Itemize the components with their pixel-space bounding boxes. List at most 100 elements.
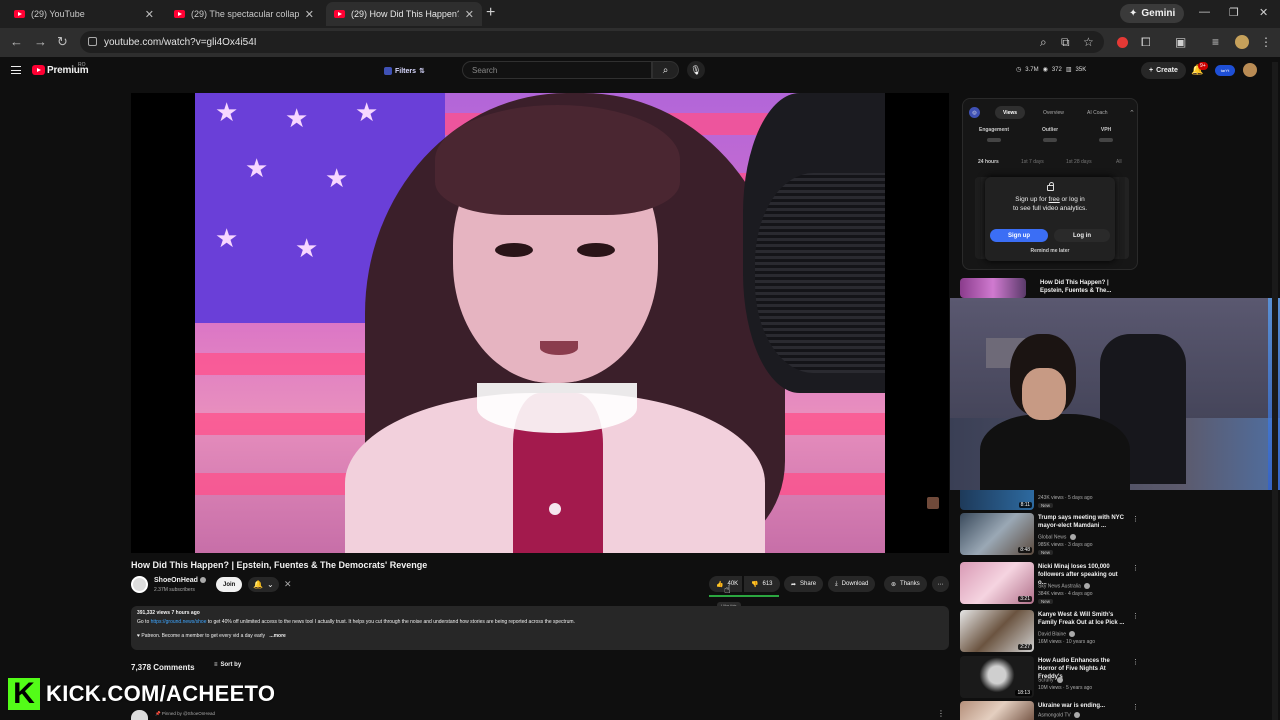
video-thumbnail[interactable]: 2:27: [960, 610, 1034, 652]
account-avatar[interactable]: [1243, 63, 1257, 77]
address-bar[interactable]: youtube.com/watch?v=gli4Ox4i54I: [80, 31, 1104, 53]
player-overlay-avatar[interactable]: [927, 497, 939, 509]
recommendation-title[interactable]: Ukraine war is ending...: [1038, 702, 1126, 710]
sponsor-link[interactable]: https://ground.news/shoe: [151, 619, 207, 625]
video-thumbnail[interactable]: [960, 701, 1034, 720]
page-scrollbar[interactable]: [1272, 62, 1278, 720]
video-thumbnail[interactable]: [960, 278, 1026, 298]
recommendation-item[interactable]: 8:11 243K views · 5 days ago New: [960, 490, 1140, 512]
comment-avatar[interactable]: [131, 710, 148, 720]
more-options-icon[interactable]: ⋮: [1132, 658, 1139, 666]
recommendation-item[interactable]: How Did This Happen? | Epstein, Fuentes …: [960, 278, 1140, 298]
recommendation-item[interactable]: 18:13 How Audio Enhances the Horror of F…: [960, 656, 1140, 700]
plus-icon: +: [1149, 67, 1154, 74]
chrome-menu-icon[interactable]: ⋮: [1260, 35, 1272, 49]
more-link[interactable]: ...more: [269, 633, 285, 639]
video-thumbnail[interactable]: 8:48: [960, 513, 1034, 555]
subscribed-bell-button[interactable]: 🔔 ⌄: [248, 577, 279, 592]
new-tab-plus-icon[interactable]: +: [486, 4, 495, 22]
channel-name[interactable]: ShoeOnHead: [154, 577, 206, 584]
more-options-icon[interactable]: ⋮: [1132, 564, 1139, 572]
free-link[interactable]: free: [1049, 196, 1060, 203]
channel-name[interactable]: Asmongold TV: [1038, 712, 1081, 718]
recommendation-item[interactable]: 2:27 Kanye West & Will Smith's Family Fr…: [960, 610, 1140, 654]
channel-avatar[interactable]: [131, 576, 148, 593]
filters-button[interactable]: Filters ⇅: [384, 64, 425, 78]
install-app-icon[interactable]: ⧉: [1061, 35, 1070, 50]
remind-later-link[interactable]: Remind me later: [985, 248, 1115, 254]
video-thumbnail[interactable]: 3:21: [960, 562, 1034, 604]
period-28-days[interactable]: 1st 28 days: [1066, 159, 1092, 165]
channel-name[interactable]: Global News: [1038, 534, 1076, 540]
reload-icon[interactable]: ↻: [57, 34, 68, 50]
recommendation-title[interactable]: Trump says meeting with NYC mayor-elect …: [1038, 514, 1126, 530]
gemini-button[interactable]: ✦ Gemini: [1120, 4, 1185, 23]
download-button[interactable]: ⤓ Download: [828, 576, 876, 592]
patreon-line: ♥ Patreon. Become a member to get every …: [137, 633, 266, 639]
channel-name[interactable]: Scruffy: [1038, 677, 1063, 683]
tab-close-icon[interactable]: ✕: [145, 8, 154, 21]
tab-close-icon[interactable]: ✕: [305, 8, 314, 21]
recommendation-title[interactable]: How Did This Happen? | Epstein, Fuentes …: [1040, 279, 1128, 295]
browser-profile-avatar[interactable]: [1235, 35, 1249, 49]
pinned-text: Pinned by @ShoeOnHead: [161, 711, 215, 716]
comment-menu-icon[interactable]: ⋮: [937, 709, 945, 718]
close-x-icon[interactable]: ✕: [284, 579, 292, 590]
browser-tab-youtube[interactable]: (29) YouTube ✕: [6, 2, 162, 26]
tab-close-icon[interactable]: ✕: [465, 8, 474, 21]
menu-hamburger-icon[interactable]: [11, 66, 21, 74]
more-options-icon[interactable]: ⋮: [1132, 703, 1139, 711]
zoom-icon[interactable]: ⌕: [1040, 35, 1047, 50]
channel-stats-extension[interactable]: ◷ 3.7M ◉ 372 ▥ 35K: [1016, 66, 1086, 74]
period-24-hours[interactable]: 24 hours: [978, 159, 999, 165]
recommendation-title[interactable]: Kanye West & Will Smith's Family Freak O…: [1038, 611, 1126, 627]
search-input[interactable]: Search: [462, 61, 652, 79]
tab-views[interactable]: Views: [995, 106, 1026, 119]
more-options-icon[interactable]: ⋮: [1132, 612, 1139, 620]
description-box[interactable]: 391,332 views 7 hours ago Go to https://…: [131, 606, 949, 650]
window-close-icon[interactable]: ✕: [1259, 6, 1268, 19]
thumbs-up-icon: 👍: [716, 581, 724, 588]
channel-name[interactable]: Sky News Australia: [1038, 583, 1091, 589]
video-thumbnail[interactable]: 8:11: [960, 490, 1034, 510]
log-in-button[interactable]: Log in: [1054, 229, 1110, 242]
period-7-days[interactable]: 1st 7 days: [1021, 159, 1044, 165]
media-controls-icon[interactable]: ≡: [1212, 35, 1219, 49]
video-thumbnail[interactable]: 18:13: [960, 656, 1034, 698]
create-button[interactable]: + Create: [1141, 62, 1186, 79]
bookmark-star-icon[interactable]: ☆: [1083, 35, 1094, 49]
dislike-button[interactable]: 👎 613: [744, 576, 780, 592]
extension-chip[interactable]: tarYt: [1215, 65, 1235, 76]
video-player[interactable]: ★ ★ ★ ★ ★ ★ ★ ★: [131, 93, 949, 553]
channel-name[interactable]: David Blaine: [1038, 631, 1076, 637]
search-button[interactable]: ⌕: [652, 61, 679, 79]
minimize-icon[interactable]: —: [1199, 6, 1210, 18]
back-arrow-icon[interactable]: ←: [10, 34, 23, 49]
join-button[interactable]: Join: [216, 577, 243, 592]
browser-tab-current[interactable]: (29) How Did This Happen? | Ep ✕: [326, 2, 482, 26]
more-actions-button[interactable]: ⋯: [932, 576, 949, 592]
youtube-logo-icon[interactable]: [32, 65, 45, 75]
site-info-icon[interactable]: [88, 37, 97, 46]
more-options-icon[interactable]: ⋮: [1132, 515, 1139, 523]
restore-icon[interactable]: ❐: [1229, 6, 1239, 19]
collapse-chevron-icon[interactable]: ⌃: [1129, 109, 1135, 117]
period-all[interactable]: All: [1116, 159, 1122, 165]
browser-tab-collapse[interactable]: (29) The spectacular collapse of ✕: [166, 2, 322, 26]
sort-by-button[interactable]: ≡ Sort by: [214, 662, 241, 668]
voice-search-mic-icon[interactable]: 🎙: [687, 61, 705, 79]
share-button[interactable]: ➦ Share: [784, 576, 824, 592]
recommendation-item[interactable]: 8:48 Trump says meeting with NYC mayor-e…: [960, 513, 1140, 557]
analytics-logo-icon[interactable]: ◎: [969, 107, 980, 118]
side-panel-icon[interactable]: ▣: [1175, 35, 1186, 49]
more-dots-icon: ⋯: [937, 581, 944, 588]
recommendation-item[interactable]: 3:21 Nicki Minaj loses 100,000 followers…: [960, 562, 1140, 606]
recommendation-item[interactable]: Ukraine war is ending... Asmongold TV ⋮: [960, 701, 1140, 720]
tab-overview[interactable]: Overview: [1035, 106, 1072, 119]
thanks-button[interactable]: ⊛ Thanks: [884, 576, 927, 592]
extension-red-icon[interactable]: [1117, 37, 1128, 48]
forward-arrow-icon[interactable]: →: [34, 34, 47, 49]
tab-ai-coach[interactable]: AI Coach: [1079, 106, 1116, 119]
sign-up-button[interactable]: Sign up: [990, 229, 1048, 242]
extensions-puzzle-icon[interactable]: ⧠: [1141, 35, 1151, 50]
